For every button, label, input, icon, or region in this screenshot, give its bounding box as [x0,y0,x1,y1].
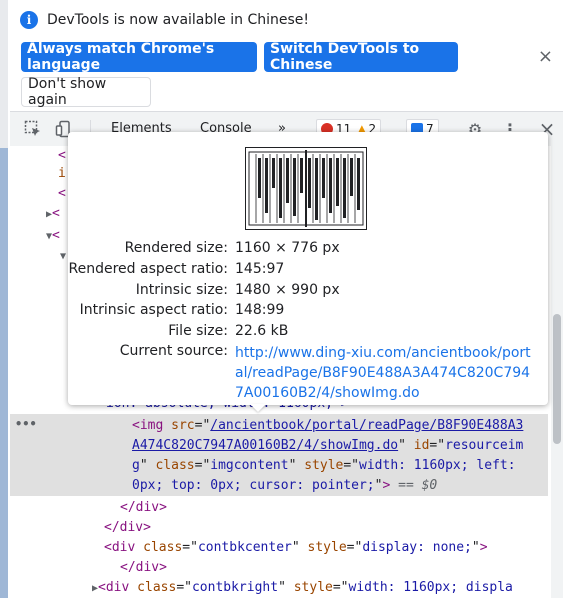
image-thumbnail [245,147,367,230]
current-source-label: Current source: [119,343,228,359]
intrinsic-size-value: 1480 × 990 px [235,282,340,298]
img-src-link[interactable]: /ancientbook/portal/readPage/B8F90E488A3 [210,418,523,433]
rendered-aspect-value: 145:97 [235,261,285,277]
tooltip-arrow [250,404,266,412]
switch-to-chinese-button[interactable]: Switch DevTools to Chinese [264,41,458,73]
intrinsic-size-label: Intrinsic size: [135,282,228,298]
inspect-element-icon[interactable] [23,119,43,139]
dom-close-div-2[interactable]: </div> [104,518,151,538]
infobar-message-row: i DevTools is now available in Chinese! [20,11,309,29]
dom-line-hidden-1: < [58,148,66,163]
dom-img-line-3[interactable]: g" class="imgcontent" style="width: 1160… [132,456,516,476]
dom-line-hidden-3: < [58,186,66,201]
dom-div-contbkcenter[interactable]: <div class="contbkcenter" style="display… [104,538,488,558]
dom-div-contbkright[interactable]: ▶<div class="contbkright" style="width: … [92,578,513,598]
dom-close-div-1[interactable]: </div> [120,498,167,518]
intrinsic-aspect-label: Intrinsic aspect ratio: [79,302,228,318]
rendered-size-value: 1160 × 776 px [235,240,340,256]
dom-line-hidden-6[interactable]: ▼ [60,246,66,267]
infobar-message: DevTools is now available in Chinese! [47,12,309,28]
file-size-label: File size: [168,323,228,339]
dom-line-hidden-5[interactable]: ▼< [46,226,60,247]
dom-img-line-4[interactable]: 0px; top: 0px; cursor: pointer;"> == $0 [132,476,437,496]
image-preview-tooltip: Rendered size: 1160 × 776 px Rendered as… [68,132,548,412]
infobar-close-icon[interactable]: × [538,46,553,67]
current-source-link[interactable]: http://www.ding-xiu.com/ancientbook/port… [235,343,535,403]
dom-img-line-2[interactable]: A474C820C7947A00160B2/4/showImg.do" id="… [132,436,523,456]
dom-line-hidden-4[interactable]: ▶< [46,204,60,225]
dont-show-again-button[interactable]: Don't show again [21,76,151,108]
always-match-language-button[interactable]: Always match Chrome's language [21,41,257,73]
info-icon: i [20,11,38,29]
left-page-edge [0,0,8,598]
dom-line-hidden-2: i [58,166,66,181]
node-actions-icon[interactable]: ••• [15,417,37,431]
dom-img-line-1[interactable]: <img src="/ancientbook/portal/readPage/B… [132,416,523,436]
rendered-size-label: Rendered size: [124,240,228,256]
scrollbar-thumb[interactable] [553,314,561,444]
dom-tree-scrollbar[interactable] [551,146,563,598]
file-size-value: 22.6 kB [235,323,289,339]
rendered-aspect-label: Rendered aspect ratio: [68,261,229,277]
language-infobar: i DevTools is now available in Chinese! … [10,0,563,110]
intrinsic-aspect-value: 148:99 [235,302,285,318]
dom-close-div-3[interactable]: </div> [120,558,167,578]
